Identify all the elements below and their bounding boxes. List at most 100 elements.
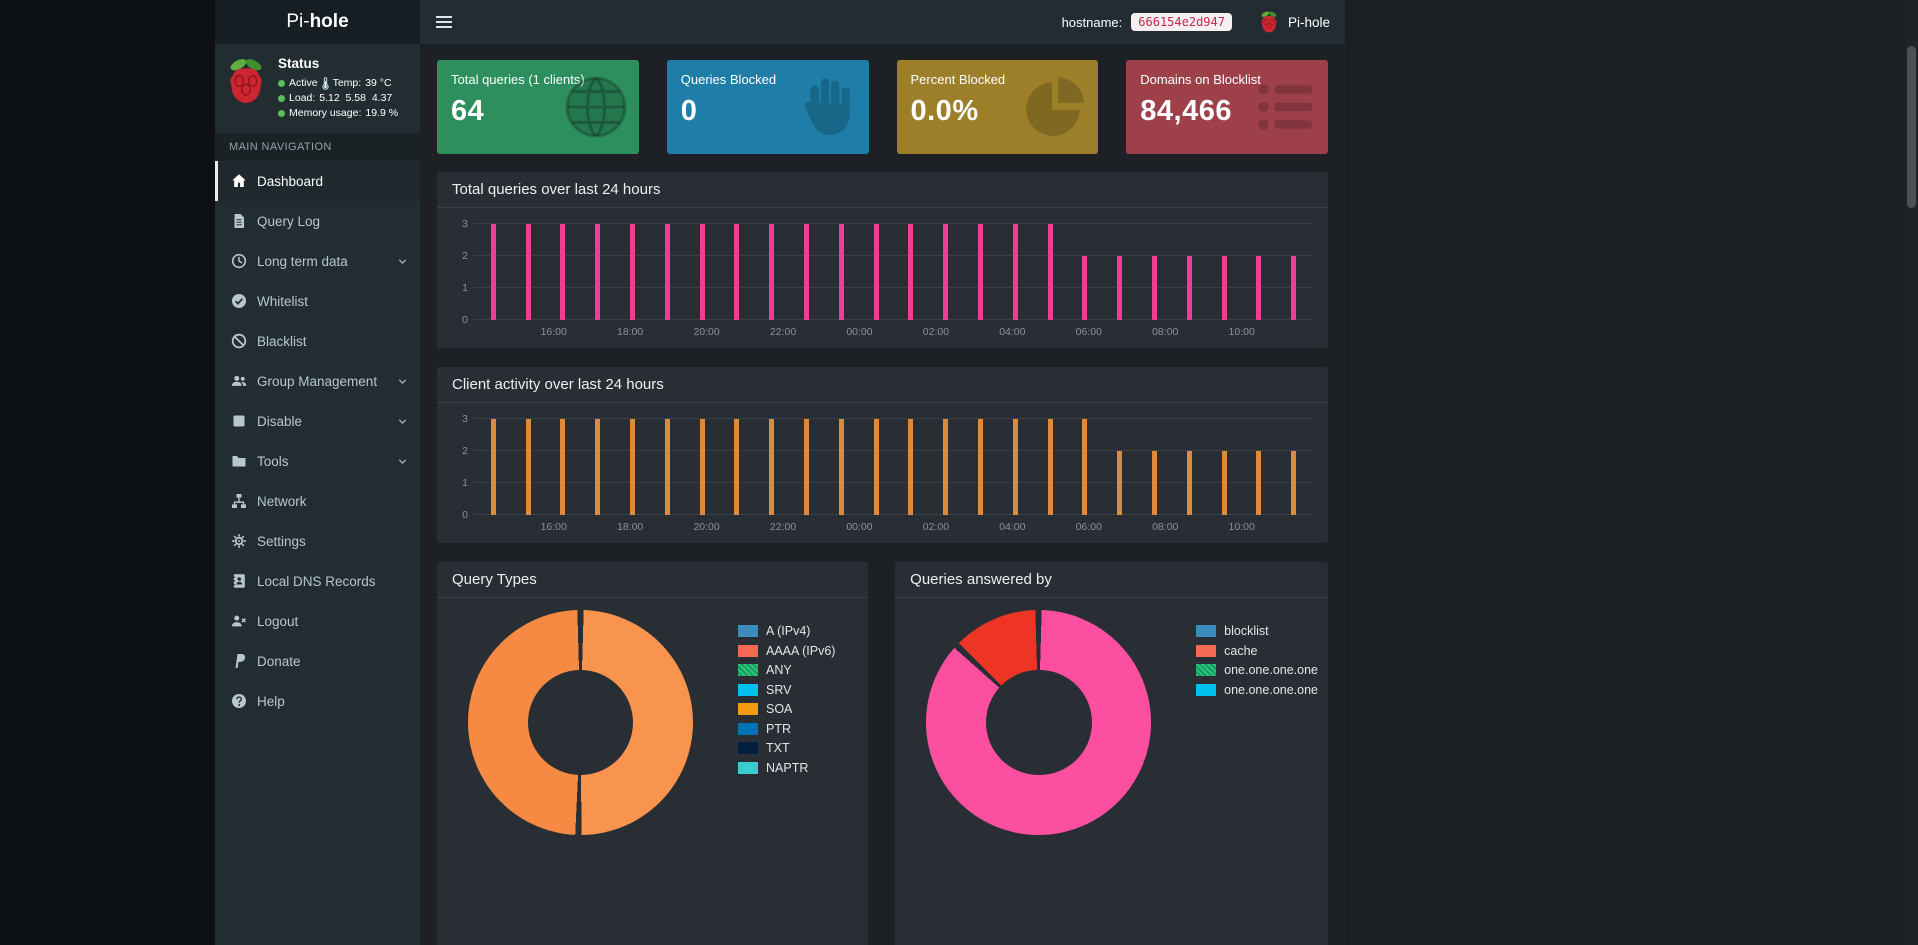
legend-swatch [1196,644,1217,657]
sidebar-item-dashboard[interactable]: Dashboard [215,161,420,201]
bar-slot [894,419,929,515]
legend-item-txt[interactable]: TXT [738,741,835,755]
sidebar-item-settings[interactable]: Settings [215,521,420,561]
x-axis-tick: 20:00 [693,326,720,338]
list-icon [1252,74,1318,140]
bar-slot [1242,224,1277,320]
bar-slot [963,224,998,320]
y-axis-tick: 2 [462,445,468,457]
clock-icon [231,253,247,269]
bar [595,224,601,320]
sidebar-item-label: Settings [257,533,306,549]
bar [1047,224,1053,320]
pie-icon [1022,74,1088,140]
legend-item-one-one-one-one[interactable]: one.one.one.one [1196,663,1318,677]
sidebar-item-disable[interactable]: Disable [215,401,420,441]
bar [1082,256,1088,320]
sidebar-item-blacklist[interactable]: Blacklist [215,321,420,361]
sidebar-item-network[interactable]: Network [215,481,420,521]
ban-icon [231,333,247,349]
bar-slot [580,419,615,515]
sidebar-menu: Dashboard Query Log Long term data Whitelis… [215,161,420,721]
bar-slot [511,224,546,320]
bar [595,419,601,515]
legend-item-one-one-one-one[interactable]: one.one.one.one [1196,683,1318,697]
bar [908,224,914,320]
status-active-label: Active [289,77,318,89]
bar [943,224,949,320]
bar-slot [720,419,755,515]
status-text: Status Active Temp: 39 °C Load: 5.12 5.5… [278,56,398,121]
body-row: Status Active Temp: 39 °C Load: 5.12 5.5… [215,44,1345,945]
legend-item-soa[interactable]: SOA [738,702,835,716]
bar [1256,451,1262,515]
browser-scrollbar[interactable] [1905,0,1918,945]
y-axis-tick: 0 [462,314,468,326]
legend-label: one.one.one.one [1224,682,1318,697]
legend-label: PTR [766,721,791,736]
sidebar-item-help[interactable]: Help [215,681,420,721]
bar [525,224,531,320]
bar-slot [1276,419,1311,515]
x-axis-tick: 02:00 [922,521,950,533]
sidebar-item-long-term-data[interactable]: Long term data [215,241,420,281]
sidebar-item-label: Logout [257,613,299,629]
legend-item-blocklist[interactable]: blocklist [1196,624,1318,638]
bar [838,419,844,515]
network-icon [231,493,247,509]
legend-item-a-ipv4[interactable]: A (IPv4) [738,624,835,638]
memory-label: Memory usage: [289,107,362,119]
legend-item-naptr[interactable]: NAPTR [738,761,835,775]
file-icon [231,213,247,229]
sidebar-item-label: Tools [257,453,289,469]
sidebar-item-whitelist[interactable]: Whitelist [215,281,420,321]
bar-slot [685,224,720,320]
legend-swatch [738,683,758,696]
panel-body: 0 1 2 3 16:00 18:00 20:00 22:00 00:00 02:00 04:00 0… [437,208,1328,348]
sidebar-item-tools[interactable]: Tools [215,441,420,481]
bar [1221,451,1227,515]
top-navbar: Pi-hole hostname: 666154e2d947 Pi-hole [215,0,1345,44]
status-dot-icon [278,80,285,87]
legend-item-srv[interactable]: SRV [738,683,835,697]
x-axis-tick: 10:00 [1228,521,1255,533]
legend-item-aaaa-ipv6[interactable]: AAAA (IPv6) [738,644,835,658]
bar [1186,451,1192,515]
bar [1291,451,1297,515]
bar [804,419,810,515]
bar [1256,256,1262,320]
main-content: Total queries (1 clients) 64 Queries Block… [420,44,1345,945]
bar-plot: 0 1 2 3 [462,218,1313,326]
sidebar-item-logout[interactable]: Logout [215,601,420,641]
sidebar-item-donate[interactable]: Donate [215,641,420,681]
sidebar-toggle-button[interactable] [435,15,453,29]
sidebar-item-group-management[interactable]: Group Management [215,361,420,401]
legend-item-ptr[interactable]: PTR [738,722,835,736]
panel-body: 0 1 2 3 16:00 18:00 20:00 22:00 00:00 02:00 04:00 0… [437,403,1328,543]
legend-swatch [738,742,758,754]
donut-chart [468,610,693,835]
bar [525,419,531,515]
load-values: 5.12 5.58 4.37 [319,92,393,104]
scrollbar-thumb[interactable] [1907,46,1916,208]
bar [560,419,566,515]
bar-slot [511,419,546,515]
bar-slot [476,419,511,515]
sidebar-item-query-log[interactable]: Query Log [215,201,420,241]
x-axis-tick: 02:00 [922,326,950,338]
bar-slot [720,224,755,320]
sidebar-item-local-dns-records[interactable]: Local DNS Records [215,561,420,601]
legend-item-cache[interactable]: cache [1196,644,1318,658]
legend-item-any[interactable]: ANY [738,663,835,677]
bar-slot [998,419,1033,515]
pihole-app: Pi-hole hostname: 666154e2d947 Pi-hole S… [215,0,1345,945]
bar-slot [650,419,685,515]
brand-pi: Pi- [286,11,310,32]
temp-label: Temp: [332,77,362,89]
x-axis-tick: 16:00 [540,326,567,338]
logout-icon [231,613,247,629]
bar [838,224,844,320]
bar-slot [859,224,894,320]
x-axis: 16:00 18:00 20:00 22:00 00:00 02:00 04:00 06:00… [474,320,1313,340]
brand-logo[interactable]: Pi-hole [215,0,420,44]
